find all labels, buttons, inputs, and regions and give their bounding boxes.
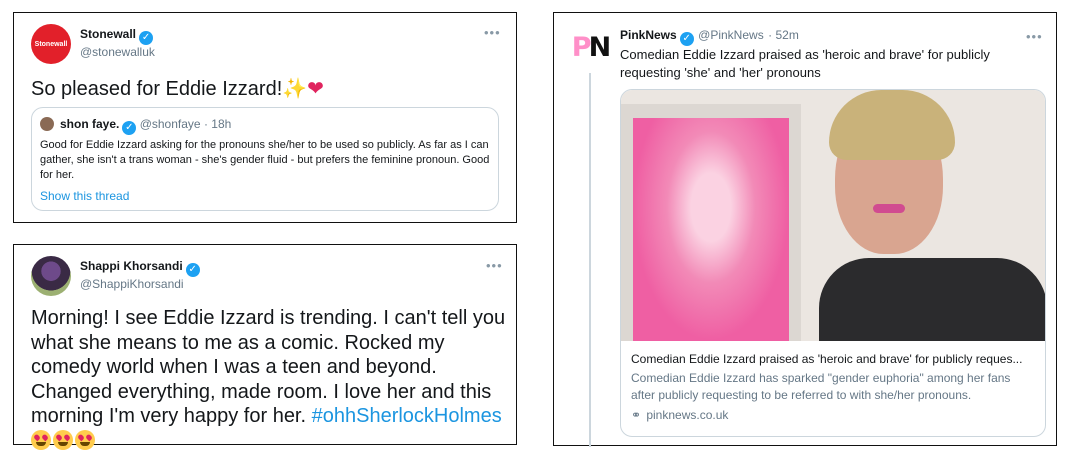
- hair: [829, 90, 955, 160]
- heart-eyes-emoji-icon: [31, 429, 51, 450]
- heart-icon: ❤: [307, 78, 324, 100]
- more-options-icon[interactable]: •••: [1026, 30, 1043, 43]
- link-card-title[interactable]: Comedian Eddie Izzard praised as 'heroic…: [631, 351, 1037, 368]
- heart-eyes-emoji-icon: [53, 429, 73, 450]
- link-card-body: Comedian Eddie Izzard praised as 'heroic…: [621, 341, 1045, 422]
- link-card-description: Comedian Eddie Izzard has sparked "gende…: [631, 371, 1011, 402]
- logo-letter-n: N: [588, 32, 612, 63]
- tweet-pinknews[interactable]: PN PinkNews ✓ @PinkNews · 52m ••• Comedia…: [553, 12, 1057, 447]
- link-preview-card[interactable]: Comedian Eddie Izzard praised as 'heroic…: [620, 89, 1046, 437]
- avatar-logo-text: Stonewall: [34, 40, 68, 48]
- article-photo[interactable]: [621, 90, 1045, 341]
- tweet-shappi[interactable]: Shappi Khorsandi ✓ @ShappiKhorsandi ••• M…: [13, 244, 517, 450]
- thread-line: [589, 73, 591, 447]
- quoted-tweet-header: shon faye. ✓ @shonfaye · 18h: [60, 117, 231, 135]
- person-photo: [819, 90, 1045, 341]
- tweet-body: So pleased for Eddie Izzard!: [31, 78, 283, 100]
- lipstick: [873, 204, 905, 213]
- verified-badge-icon: ✓: [139, 31, 154, 45]
- user-handle[interactable]: @shonfaye: [140, 117, 201, 131]
- tweet-header: Stonewall ✓ @stonewalluk: [80, 26, 155, 60]
- show-thread-link[interactable]: Show this thread: [40, 189, 129, 203]
- leather-jacket: [819, 258, 1045, 341]
- avatar[interactable]: [31, 256, 71, 296]
- verified-badge-icon: ✓: [185, 263, 200, 277]
- timestamp[interactable]: · 18h: [204, 117, 231, 131]
- quoted-tweet[interactable]: shon faye. ✓ @shonfaye · 18h Good for Edd…: [31, 107, 499, 211]
- hashtag-link[interactable]: #ohhSherlockHolmes: [312, 405, 502, 427]
- display-name[interactable]: shon faye.: [60, 117, 119, 131]
- pinknews-logo-avatar[interactable]: PN: [571, 29, 612, 67]
- timestamp[interactable]: · 52m: [768, 28, 799, 42]
- tweet-text: So pleased for Eddie Izzard!✨❤: [31, 76, 324, 102]
- user-handle[interactable]: @PinkNews: [698, 28, 764, 42]
- verified-badge-icon: ✓: [122, 121, 137, 135]
- display-name[interactable]: Shappi Khorsandi: [80, 259, 183, 273]
- avatar[interactable]: [40, 117, 54, 131]
- tweet-header: PinkNews ✓ @PinkNews · 52m: [620, 27, 799, 46]
- tweet-header: Shappi Khorsandi ✓ @ShappiKhorsandi: [80, 258, 200, 292]
- domain-text: pinknews.co.uk: [646, 408, 729, 422]
- more-options-icon[interactable]: •••: [486, 259, 503, 272]
- heart-eyes-emoji-icon: [75, 429, 95, 450]
- quoted-tweet-text: Good for Eddie Izzard asking for the pro…: [40, 139, 490, 181]
- display-name[interactable]: PinkNews: [620, 28, 677, 42]
- link-icon: ⚭: [631, 408, 642, 422]
- user-handle[interactable]: @ShappiKhorsandi: [80, 277, 200, 292]
- sparkles-icon: ✨: [282, 78, 308, 100]
- tweet-text: Morning! I see Eddie Izzard is trending.…: [31, 306, 511, 453]
- more-options-icon[interactable]: •••: [484, 26, 501, 39]
- tweet-stonewall[interactable]: Stonewall Stonewall ✓ @stonewalluk ••• So…: [13, 12, 517, 223]
- logo-letter-p: P: [571, 32, 592, 63]
- user-handle[interactable]: @stonewalluk: [80, 45, 155, 60]
- pink-portrait-print: [633, 118, 789, 341]
- tweet-text: Comedian Eddie Izzard praised as 'heroic…: [620, 47, 990, 80]
- display-name[interactable]: Stonewall: [80, 27, 136, 41]
- link-card-domain[interactable]: ⚭ pinknews.co.uk: [631, 408, 1037, 422]
- avatar[interactable]: Stonewall: [31, 24, 71, 64]
- verified-badge-icon: ✓: [679, 32, 694, 46]
